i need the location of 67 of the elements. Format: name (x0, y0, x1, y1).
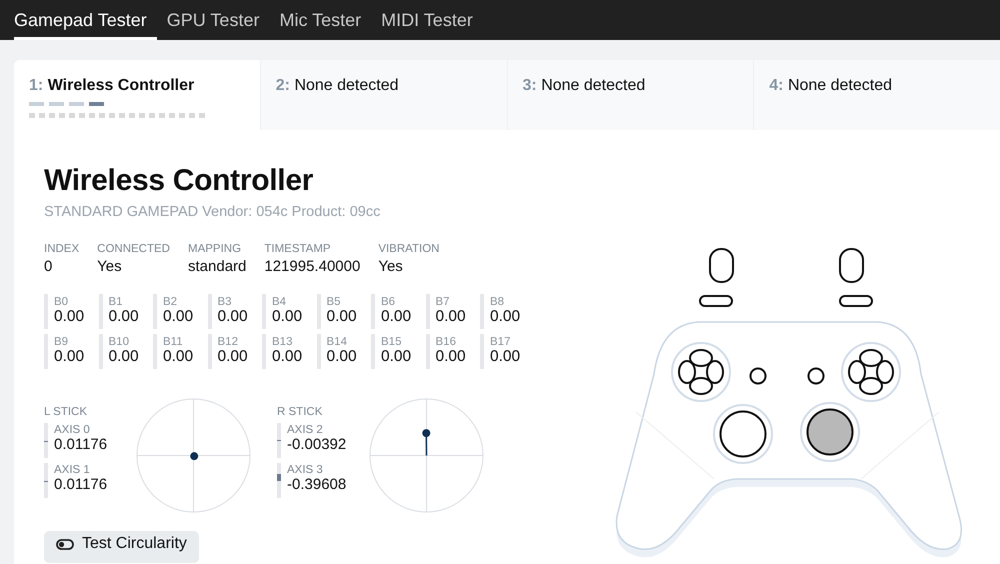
button-label: B5 (326, 296, 342, 308)
button-label: B1 (108, 296, 124, 308)
button-value: 0.00 (436, 348, 466, 366)
button-value: 0.00 (490, 308, 520, 326)
button-label: B2 (163, 296, 178, 308)
button-value: 0.00 (436, 308, 466, 326)
test-circularity-button[interactable]: Test Circularity (44, 531, 199, 563)
controller-title: Wireless Controller (44, 164, 314, 198)
button-label: B16 (436, 336, 457, 348)
button-label: B7 (436, 296, 451, 308)
axis-value: 0.01176 (54, 436, 108, 453)
button-value: 0.00 (381, 348, 412, 366)
button-value: 0.00 (326, 308, 357, 326)
button-value: 0.00 (490, 348, 520, 366)
button-label: B9 (54, 336, 70, 348)
button-label: B15 (381, 336, 402, 348)
stick-label: L STICK (44, 406, 88, 418)
controller-tab[interactable]: 3: None detected (506, 60, 754, 130)
axis-label: AXIS 2 (287, 424, 324, 436)
axis-label: AXIS 0 (54, 424, 91, 436)
button-value: 0.00 (108, 308, 139, 326)
button-label: B17 (490, 336, 512, 348)
nav-tab[interactable]: MIDI Tester (381, 0, 483, 40)
info-label: VIBRATION (378, 243, 440, 255)
button-value: 0.00 (272, 308, 302, 326)
button-value: 0.00 (218, 348, 248, 366)
button-value: 0.00 (54, 308, 84, 326)
button-value: 0.00 (108, 348, 139, 366)
button-value: 0.00 (54, 348, 84, 366)
axis-value: -0.39608 (287, 476, 346, 493)
info-value: Yes (378, 258, 404, 275)
stick-label: R STICK (277, 406, 324, 418)
controller-tab[interactable]: 4: None detected (753, 60, 1000, 130)
button-value: 0.00 (326, 348, 357, 366)
info-label: MAPPING (188, 243, 242, 255)
button-label: B8 (490, 296, 506, 308)
info-label: CONNECTED (97, 243, 170, 255)
button-value: 0.00 (163, 308, 194, 326)
nav-tab[interactable]: GPU Tester (166, 0, 270, 40)
info-value: standard (188, 258, 246, 275)
toggle-icon (56, 538, 74, 550)
button-label: B10 (108, 336, 130, 348)
button-label: B0 (54, 296, 70, 308)
info-value: 0 (44, 258, 54, 275)
button-value: 0.00 (381, 308, 412, 326)
controller-tab[interactable]: 2: None detected (260, 60, 506, 130)
nav-tab[interactable]: Gamepad Tester (14, 0, 157, 40)
button-label: B3 (218, 296, 233, 308)
nav-tab[interactable]: Mic Tester (279, 0, 372, 40)
button-value: 0.00 (163, 348, 194, 366)
axis-value: -0.00392 (287, 436, 346, 453)
button-label: B6 (381, 296, 396, 308)
button-label: B14 (326, 336, 348, 348)
button-label: B11 (163, 336, 184, 348)
axis-value: 0.01176 (54, 476, 108, 493)
button-value: 0.00 (272, 348, 302, 366)
axis-label: AXIS 1 (54, 464, 91, 476)
info-value: 121995.40000 (264, 258, 360, 275)
axis-label: AXIS 3 (287, 464, 324, 476)
button-label: B13 (272, 336, 294, 348)
controller-subtitle: STANDARD GAMEPAD Vendor: 054c Product: 09cc (44, 204, 382, 220)
button-label: B12 (218, 336, 239, 348)
button-value: 0.00 (218, 308, 248, 326)
button-label: B4 (272, 296, 288, 308)
info-value: Yes (97, 258, 123, 275)
info-label: INDEX (44, 243, 80, 255)
info-label: TIMESTAMP (264, 243, 332, 255)
